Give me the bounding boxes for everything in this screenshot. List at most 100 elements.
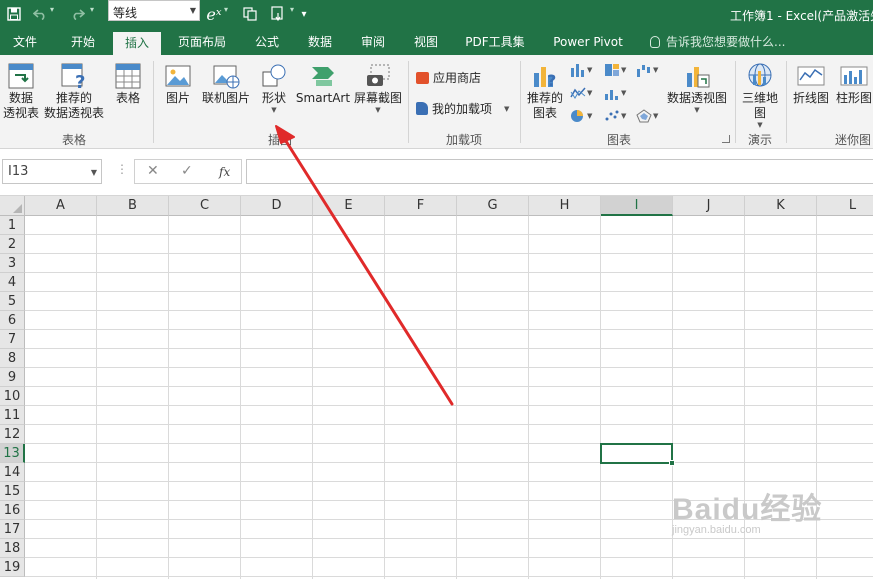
touch-dropdown-icon[interactable]: ▾: [290, 5, 294, 14]
group-tables-label: 表格: [62, 133, 87, 147]
row-header-1[interactable]: 1: [0, 216, 25, 235]
column-chart-button[interactable]: ▼: [570, 63, 592, 77]
screenshot-button[interactable]: 屏幕截图 ▼: [352, 61, 404, 114]
tab-power-pivot[interactable]: Power Pivot: [546, 30, 630, 55]
column-header-l[interactable]: L: [817, 196, 873, 216]
column-header-f[interactable]: F: [385, 196, 457, 216]
column-header-a[interactable]: A: [25, 196, 97, 216]
recommended-pivot-icon: ?: [61, 63, 85, 91]
pivot-table-button[interactable]: 数据 透视表: [2, 61, 40, 121]
row-header-8[interactable]: 8: [0, 349, 25, 368]
my-addins-button[interactable]: 我的加载项 ▼: [416, 100, 509, 117]
row-header-14[interactable]: 14: [0, 463, 25, 482]
row-header-7[interactable]: 7: [0, 330, 25, 349]
column-header-e[interactable]: E: [313, 196, 385, 216]
formula-input[interactable]: [246, 159, 873, 184]
row-header-11[interactable]: 11: [0, 406, 25, 425]
sparkline-column-label: 柱形图: [835, 91, 872, 105]
row-header-17[interactable]: 17: [0, 520, 25, 539]
tab-review[interactable]: 审阅: [351, 30, 395, 55]
select-all-button[interactable]: [0, 196, 25, 216]
tab-insert[interactable]: 插入: [113, 32, 161, 55]
row-header-10[interactable]: 10: [0, 387, 25, 406]
row-header-13[interactable]: 13: [0, 444, 25, 463]
equation-icon[interactable]: eˣ: [203, 4, 225, 24]
sparkline-column-button[interactable]: 柱形图: [833, 61, 873, 106]
equation-dropdown-icon[interactable]: ▾: [224, 5, 228, 14]
redo-icon[interactable]: [70, 4, 86, 24]
radar-chart-button[interactable]: ▼: [636, 109, 658, 123]
tell-me-search[interactable]: 告诉我您想要做什么...: [650, 30, 785, 55]
column-header-k[interactable]: K: [745, 196, 817, 216]
tab-data[interactable]: 数据: [298, 30, 342, 55]
shapes-button[interactable]: 形状 ▼: [256, 61, 292, 114]
enter-icon[interactable]: ✓: [181, 163, 193, 179]
column-header-c[interactable]: C: [169, 196, 241, 216]
stat-chart-button[interactable]: ▼: [604, 86, 626, 100]
pictures-button[interactable]: 图片: [161, 61, 195, 106]
shapes-dropdown-icon[interactable]: ▼: [271, 106, 276, 114]
recommended-charts-button[interactable]: ? 推荐的 图表: [524, 61, 566, 121]
tab-formulas[interactable]: 公式: [244, 30, 290, 55]
column-header-d[interactable]: D: [241, 196, 313, 216]
touch-mode-icon[interactable]: [270, 4, 286, 24]
row-header-5[interactable]: 5: [0, 292, 25, 311]
row-header-19[interactable]: 19: [0, 558, 25, 577]
charts-dialog-launcher-icon[interactable]: [722, 135, 730, 143]
row-header-2[interactable]: 2: [0, 235, 25, 254]
my-addins-label: 我的加载项: [432, 102, 493, 116]
redo-dropdown-icon[interactable]: ▾: [90, 5, 94, 14]
screenshot-dropdown-icon[interactable]: ▼: [375, 106, 380, 114]
3d-map-dropdown-icon[interactable]: ▼: [757, 121, 762, 129]
row-header-9[interactable]: 9: [0, 368, 25, 387]
column-header-h[interactable]: H: [529, 196, 601, 216]
smartart-button[interactable]: SmartArt: [296, 61, 350, 106]
recommended-pivot-button[interactable]: ? 推荐的 数据透视表: [44, 61, 104, 121]
row-header-4[interactable]: 4: [0, 273, 25, 292]
my-addins-icon: [416, 102, 428, 115]
splitter-handle-icon[interactable]: ⋮: [116, 162, 128, 176]
active-cell-i13[interactable]: [600, 443, 673, 464]
row-header-15[interactable]: 15: [0, 482, 25, 501]
store-button[interactable]: 应用商店: [416, 69, 481, 86]
sparkline-line-button[interactable]: 折线图: [790, 61, 832, 106]
column-header-g[interactable]: G: [457, 196, 529, 216]
column-header-i[interactable]: I: [601, 196, 673, 216]
undo-icon[interactable]: [32, 4, 48, 24]
group-separator: [408, 61, 409, 143]
fill-handle[interactable]: [669, 460, 675, 466]
scatter-chart-button[interactable]: ▼: [604, 109, 626, 123]
undo-dropdown-icon[interactable]: ▾: [50, 5, 54, 14]
cancel-icon[interactable]: ✕: [147, 163, 159, 179]
pie-chart-button[interactable]: ▼: [570, 109, 592, 123]
tab-pdf-tools[interactable]: PDF工具集: [458, 30, 532, 55]
tab-home[interactable]: 开始: [58, 30, 108, 55]
pivot-chart-button[interactable]: 数据透视图 ▼: [666, 61, 728, 114]
hierarchy-chart-button[interactable]: ▼: [604, 63, 626, 77]
row-header-18[interactable]: 18: [0, 539, 25, 558]
waterfall-chart-button[interactable]: ▼: [636, 63, 658, 77]
row-header-12[interactable]: 12: [0, 425, 25, 444]
row-header-16[interactable]: 16: [0, 501, 25, 520]
column-header-j[interactable]: J: [673, 196, 745, 216]
table-label: 表格: [115, 91, 140, 105]
row-header-3[interactable]: 3: [0, 254, 25, 273]
table-button[interactable]: 表格: [110, 61, 146, 106]
insert-function-icon[interactable]: fx: [219, 165, 230, 179]
my-addins-dropdown-icon[interactable]: ▼: [504, 105, 509, 113]
name-box[interactable]: I13 ▼: [2, 159, 102, 184]
3d-map-button[interactable]: 三维地图 ▼: [740, 61, 780, 129]
row-header-6[interactable]: 6: [0, 311, 25, 330]
online-pictures-button[interactable]: 联机图片: [201, 61, 251, 106]
pivot-chart-dropdown-icon[interactable]: ▼: [694, 106, 699, 114]
customize-qat-icon[interactable]: ▾: [299, 4, 309, 24]
column-header-b[interactable]: B: [97, 196, 169, 216]
copy-format-icon[interactable]: [242, 4, 258, 24]
line-chart-button[interactable]: ▼: [570, 86, 592, 100]
font-name-box[interactable]: 等线 ▼: [108, 0, 200, 21]
tab-file[interactable]: 文件: [0, 30, 50, 55]
stat-chart-icon: [605, 90, 618, 100]
save-icon[interactable]: [6, 4, 22, 24]
tab-view[interactable]: 视图: [404, 30, 448, 55]
tab-page-layout[interactable]: 页面布局: [170, 30, 234, 55]
